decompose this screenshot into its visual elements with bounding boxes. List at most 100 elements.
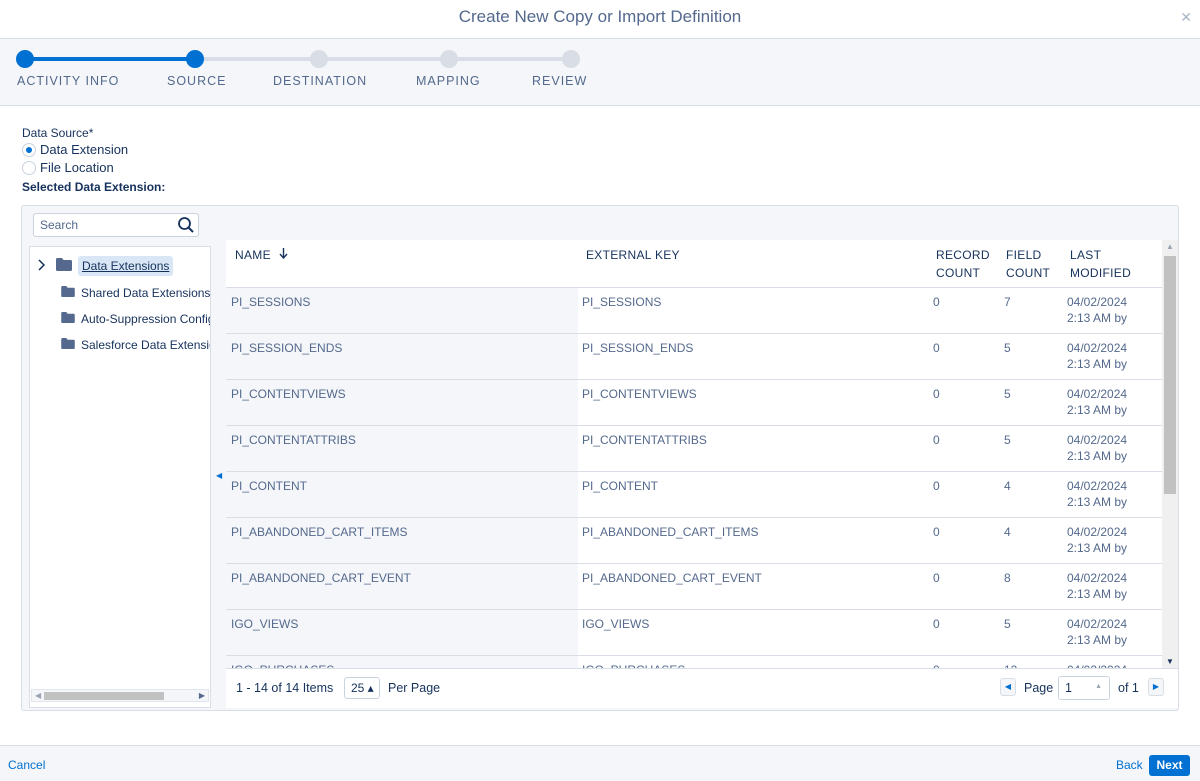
search-box[interactable] (33, 213, 199, 237)
chevron-right-icon[interactable] (38, 258, 46, 274)
folder-tree: Data Extensions Shared Data Extensions A… (29, 246, 211, 708)
grid-vertical-scrollbar[interactable]: ▲ ▼ (1162, 240, 1178, 668)
cell-field-count: 5 (1004, 387, 1011, 401)
search-input[interactable] (34, 214, 174, 236)
cell-name: PI_ABANDONED_CART_ITEMS (231, 525, 408, 539)
tree-item-label[interactable]: Shared Data Extensions (81, 286, 210, 300)
step-label-source[interactable]: SOURCE (167, 74, 226, 88)
pagination-bar: 1 - 14 of 14 Items 25 ▴ Per Page ◀ Page … (226, 668, 1178, 708)
data-extension-picker: Data Extensions Shared Data Extensions A… (21, 205, 1179, 711)
column-header-external-key[interactable]: EXTERNAL KEY (586, 246, 680, 264)
tree-item-label[interactable]: Salesforce Data Extensio (81, 338, 210, 352)
tree-item-label[interactable]: Data Extensions (78, 256, 174, 276)
table-row[interactable]: PI_CONTENTVIEWS PI_CONTENTVIEWS 0 5 04/02/20… (226, 380, 1162, 426)
modified-date: 04/02/2024 (1067, 341, 1128, 355)
cell-field-count: 8 (1004, 571, 1011, 585)
cell-external-key: PI_CONTENT (582, 479, 659, 493)
per-page-select[interactable]: 25 ▴ (344, 677, 380, 699)
scrollbar-thumb[interactable] (44, 692, 164, 700)
dialog-title: Create New Copy or Import Definition (458, 7, 742, 26)
folder-icon (61, 286, 75, 300)
radio-file-location-label: File Location (40, 160, 114, 175)
stepper-up-icon[interactable]: ▲ (1095, 683, 1102, 690)
cell-last-modified: 04/02/2024 2:13 AM by (1067, 386, 1127, 418)
folder-icon (56, 258, 72, 274)
cell-name: IGO_VIEWS (231, 617, 299, 631)
folder-icon (61, 338, 75, 352)
prev-page-button[interactable]: ◀ (1000, 678, 1016, 696)
step-label-destination: DESTINATION (273, 74, 368, 88)
cell-name: PI_SESSION_ENDS (231, 341, 343, 355)
cell-field-count: 7 (1004, 295, 1011, 309)
scroll-right-icon[interactable]: ▶ (199, 691, 205, 700)
cell-external-key: PI_CONTENTVIEWS (582, 387, 697, 401)
cell-field-count: 5 (1004, 617, 1011, 631)
column-header-field-count[interactable]: FIELD COUNT (1006, 246, 1050, 282)
table-row[interactable]: PI_SESSIONS PI_SESSIONS 0 7 04/02/2024 2:13 A… (226, 288, 1162, 334)
radio-data-extension-label: Data Extension (40, 142, 129, 157)
radio-checked-icon[interactable] (22, 142, 36, 157)
close-icon[interactable]: ✕ (1180, 9, 1192, 26)
modified-time: 2:13 AM by (1067, 311, 1128, 325)
cancel-button[interactable]: Cancel (8, 758, 45, 772)
page-number-field[interactable]: ▲ (1058, 676, 1110, 700)
tree-item-auto-suppression-config[interactable]: Auto-Suppression Config (61, 308, 210, 330)
cell-last-modified: 04/02/2024 2:13 AM by (1067, 524, 1127, 556)
step-dot-destination (310, 50, 328, 68)
tree-item-label[interactable]: Auto-Suppression Config (81, 312, 210, 326)
cell-field-count: 5 (1004, 341, 1011, 355)
radio-unchecked-icon[interactable] (22, 160, 36, 175)
modified-time: 2:13 AM by (1067, 541, 1128, 555)
step-label-activity-info[interactable]: ACTIVITY INFO (17, 74, 119, 88)
cell-field-count: 4 (1004, 479, 1011, 493)
column-header-last-modified[interactable]: LAST MODIFIED (1070, 246, 1131, 282)
next-button[interactable]: Next (1149, 755, 1190, 776)
cell-last-modified: 04/02/2024 2:13 AM by (1067, 294, 1127, 326)
table-row[interactable]: PI_SESSION_ENDS PI_SESSION_ENDS 0 5 04/02/20… (226, 334, 1162, 380)
page-total: of 1 (1118, 681, 1139, 695)
collapse-panel-icon[interactable]: ◀ (216, 471, 222, 480)
table-row[interactable]: PI_ABANDONED_CART_EVENT PI_ABANDONED_CART… (226, 564, 1162, 610)
cell-external-key: PI_SESSIONS (582, 295, 662, 309)
tree-item-salesforce-data-extensions[interactable]: Salesforce Data Extensio (61, 334, 210, 356)
arrow-down-icon[interactable] (278, 248, 288, 262)
per-page-label: Per Page (388, 681, 441, 695)
table-row[interactable]: PI_CONTENTATTRIBS PI_CONTENTATTRIBS 0 5 04/0… (226, 426, 1162, 472)
scroll-left-icon[interactable]: ◀ (35, 691, 41, 700)
cell-last-modified: 04/02/2024 2:13 AM by (1067, 570, 1127, 602)
table-row[interactable]: PI_ABANDONED_CART_ITEMS PI_ABANDONED_CART… (226, 518, 1162, 564)
tree-item-data-extensions[interactable]: Data Extensions (38, 255, 174, 277)
cell-name: PI_CONTENTATTRIBS (231, 433, 356, 447)
back-button[interactable]: Back (1116, 758, 1143, 772)
cell-name: PI_ABANDONED_CART_EVENT (231, 571, 411, 585)
scrollbar-thumb[interactable] (1164, 256, 1176, 494)
modified-time: 2:13 AM by (1067, 587, 1128, 601)
cell-record-count: 0 (933, 387, 940, 401)
radio-file-location[interactable]: File Location (22, 160, 114, 175)
modified-time: 2:13 AM by (1067, 449, 1128, 463)
step-dot-activity-info[interactable] (16, 50, 34, 68)
column-header-name[interactable]: NAME (235, 246, 288, 264)
radio-data-extension[interactable]: Data Extension (22, 142, 128, 157)
scroll-up-icon[interactable]: ▲ (1166, 242, 1174, 251)
cell-external-key: PI_ABANDONED_CART_ITEMS (582, 525, 759, 539)
cell-name: PI_CONTENT (231, 479, 308, 493)
cell-field-count: 4 (1004, 525, 1011, 539)
step-dot-source[interactable] (186, 50, 204, 68)
step-label-review: REVIEW (532, 74, 588, 88)
column-header-record-count[interactable]: RECORD COUNT (936, 246, 990, 282)
search-icon[interactable] (177, 216, 195, 237)
next-page-button[interactable]: ▶ (1148, 678, 1164, 696)
table-row[interactable]: PI_CONTENT PI_CONTENT 0 4 04/02/2024 2:13 AM … (226, 472, 1162, 518)
table-row[interactable]: IGO_VIEWS IGO_VIEWS 0 5 04/02/2024 2:13 AM by (226, 610, 1162, 656)
tree-horizontal-scrollbar[interactable]: ◀ ▶ (31, 689, 209, 702)
tree-item-shared-data-extensions[interactable]: Shared Data Extensions (61, 282, 210, 304)
modified-date: 04/02/2024 (1067, 433, 1128, 447)
cell-last-modified: 04/02/2024 2:13 AM by (1067, 340, 1127, 372)
scroll-down-icon[interactable]: ▼ (1166, 657, 1174, 666)
page-number-input[interactable] (1059, 677, 1093, 699)
items-summary: 1 - 14 of 14 Items (236, 681, 334, 695)
cell-external-key: PI_SESSION_ENDS (582, 341, 694, 355)
step-label-mapping: MAPPING (416, 74, 481, 88)
modified-time: 2:13 AM by (1067, 495, 1128, 509)
